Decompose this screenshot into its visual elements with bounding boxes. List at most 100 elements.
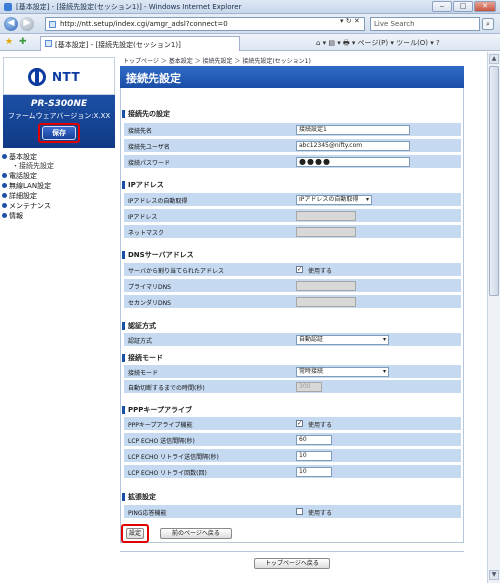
auto-disconnect-input: 300 [296, 382, 322, 392]
row-ppp-enable: PPPキープアライブ機能 ✓ 使用する [124, 417, 461, 431]
forward-arrow-icon[interactable]: ▶ [20, 17, 34, 31]
ip-auto-select[interactable]: IPアドレスの自動取得 ▾ [296, 195, 372, 205]
row-dns-assigned: サーバから割り当てられたアドレス ✓ 使用する [124, 263, 461, 277]
ppp-keepalive-checkbox[interactable]: ✓ [296, 420, 303, 427]
scroll-up-icon[interactable]: ▲ [489, 54, 499, 64]
checkbox-label: 使用する [308, 510, 333, 517]
section-ext-title: 拡張設定 [122, 492, 156, 502]
page-header: 接続先設定 [120, 66, 464, 88]
field-label: LCP ECHO 送信間隔(秒) [128, 438, 195, 445]
sidebar-item-maintenance[interactable]: メンテナンス [2, 201, 114, 211]
field-label: ネットマスク [128, 230, 165, 237]
row-ip-auto: IPアドレスの自動取得 IPアドレスの自動取得 ▾ [124, 193, 461, 207]
section-ip-title: IPアドレス [122, 180, 164, 190]
section-connection-title: 接続先の設定 [122, 109, 170, 119]
back-page-button[interactable]: 前のページへ戻る [160, 528, 232, 539]
favorites-star-icon[interactable]: ★ [5, 37, 13, 47]
back-arrow-icon[interactable]: ◀ [4, 17, 18, 31]
row-connection-password: 接続パスワード ●●●● [124, 155, 461, 169]
set-button[interactable]: 設定 [126, 528, 144, 539]
tab-title: [基本設定] - [接続先設定(セッション1)] [55, 41, 181, 49]
field-label: サーバから割り当てられたアドレス [128, 268, 224, 275]
row-conn-mode: 接続モード 常時接続 ▾ [124, 365, 461, 379]
firmware-version: ファームウェアバージョン:X.XX [7, 112, 111, 120]
command-bar[interactable]: ⌂ ▾ ▤ ▾ 🖶 ▾ ページ(P) ▾ ツール(O) ▾ ? [316, 38, 440, 50]
tab-page-icon [45, 40, 52, 47]
field-label: PING応答機能 [128, 510, 167, 517]
bullet-icon [2, 203, 7, 208]
sidebar-item-info[interactable]: 情報 [2, 211, 114, 221]
ntt-logo-icon [28, 68, 46, 86]
product-name: PR-S300NE [30, 99, 88, 109]
conn-mode-select[interactable]: 常時接続 ▾ [296, 367, 389, 377]
field-label: 接続パスワード [128, 160, 171, 167]
sidebar-item-label: 電話設定 [9, 172, 37, 180]
chevron-down-icon: ▾ [365, 196, 369, 203]
page-viewport: NTT PR-S300NE ファームウェアバージョン:X.XX 保存 基本設定 … [0, 52, 487, 583]
sidebar-menu: 基本設定 ・接続先設定 電話設定 無線LAN設定 詳細設定 メンテナンス 情報 [2, 152, 114, 221]
vertical-scrollbar[interactable]: ▲ ▼ [487, 52, 500, 583]
tab-bar: ★ ✚ [基本設定] - [接続先設定(セッション1)] ⌂ ▾ ▤ ▾ 🖶 ▾… [0, 34, 500, 51]
window-titlebar: [基本設定] - [接続先設定(セッション1)] - Windows Inter… [0, 0, 500, 14]
section-ppp-title: PPPキープアライブ [122, 405, 192, 415]
sidebar-item-basic[interactable]: 基本設定 [2, 152, 114, 162]
bullet-icon [2, 183, 7, 188]
product-box: PR-S300NE ファームウェアバージョン:X.XX 保存 [3, 95, 115, 148]
search-icon[interactable]: ⌕ [482, 18, 494, 30]
checkbox-label: 使用する [308, 268, 333, 275]
scroll-thumb[interactable] [489, 66, 499, 296]
breadcrumb[interactable]: トップページ ＞ 基本設定 ＞ 接続先設定 ＞ 接続先設定(セッション1) [123, 56, 311, 65]
field-label: 接続先名 [128, 128, 153, 135]
row-lcp-retry-interval: LCP ECHO リトライ送信間隔(秒) 10 [124, 449, 461, 463]
lcp-interval-input[interactable]: 60 [296, 435, 332, 445]
ie-app-icon [4, 3, 12, 11]
lcp-retry-count-input[interactable]: 10 [296, 467, 332, 477]
lcp-retry-interval-input[interactable]: 10 [296, 451, 332, 461]
row-connection-name: 接続先名 接続設定1 [124, 123, 461, 137]
maximize-button[interactable]: □ [453, 1, 473, 12]
row-lcp-interval: LCP ECHO 送信間隔(秒) 60 [124, 433, 461, 447]
save-button[interactable]: 保存 [42, 126, 76, 140]
top-page-button[interactable]: トップページへ戻る [254, 558, 330, 569]
minimize-button[interactable]: ‒ [432, 1, 452, 12]
scroll-down-icon[interactable]: ▼ [489, 570, 499, 580]
ping-checkbox[interactable] [296, 508, 303, 515]
auth-method-select[interactable]: 自動認証 ▾ [296, 335, 389, 345]
url-input[interactable]: http://ntt.setup/index.cgi/amgr_adsl?con… [45, 17, 365, 31]
field-label: 接続先ユーザ名 [128, 144, 170, 151]
row-netmask: ネットマスク [124, 225, 461, 239]
netmask-input [296, 227, 356, 237]
row-auto-disconnect: 自動切断するまでの時間(秒) 300 [124, 380, 461, 394]
sidebar-item-phone[interactable]: 電話設定 [2, 171, 114, 181]
search-placeholder: Live Search [374, 20, 415, 28]
field-label: PPPキープアライブ機能 [128, 422, 193, 429]
field-label: IPアドレス [128, 214, 158, 221]
sidebar-item-label: 基本設定 [9, 153, 37, 161]
section-dns-title: DNSサーバアドレス [122, 250, 194, 260]
add-favorite-icon[interactable]: ✚ [19, 37, 27, 47]
search-input[interactable]: Live Search [370, 17, 480, 31]
window-title: [基本設定] - [接続先設定(セッション1)] - Windows Inter… [16, 3, 242, 11]
sidebar-item-connection[interactable]: ・接続先設定 [2, 162, 114, 171]
refresh-stop-icons[interactable]: ▾ ↻ ✕ [340, 17, 360, 25]
section-auth-title: 認証方式 [122, 321, 156, 331]
connection-user-input[interactable]: abc12345@nifty.com [296, 141, 410, 151]
sidebar-item-wlan[interactable]: 無線LAN設定 [2, 181, 114, 191]
field-label: プライマリDNS [128, 284, 171, 291]
browser-tab[interactable]: [基本設定] - [接続先設定(セッション1)] [40, 36, 240, 51]
page-title: 接続先設定 [126, 72, 181, 85]
sidebar-item-label: 詳細設定 [9, 192, 37, 200]
field-label: IPアドレスの自動取得 [128, 198, 188, 205]
sidebar-item-advanced[interactable]: 詳細設定 [2, 191, 114, 201]
field-label: セカンダリDNS [128, 300, 171, 307]
close-window-button[interactable]: ✕ [474, 1, 496, 12]
sidebar-item-label: ・接続先設定 [12, 162, 54, 170]
row-primary-dns: プライマリDNS [124, 279, 461, 293]
dns-assigned-checkbox[interactable]: ✓ [296, 266, 303, 273]
bullet-icon [2, 173, 7, 178]
connection-password-input[interactable]: ●●●● [296, 157, 410, 167]
connection-name-input[interactable]: 接続設定1 [296, 125, 410, 135]
sidebar-item-label: 無線LAN設定 [9, 182, 52, 190]
url-text: http://ntt.setup/index.cgi/amgr_adsl?con… [60, 20, 228, 28]
page-icon [49, 21, 56, 28]
